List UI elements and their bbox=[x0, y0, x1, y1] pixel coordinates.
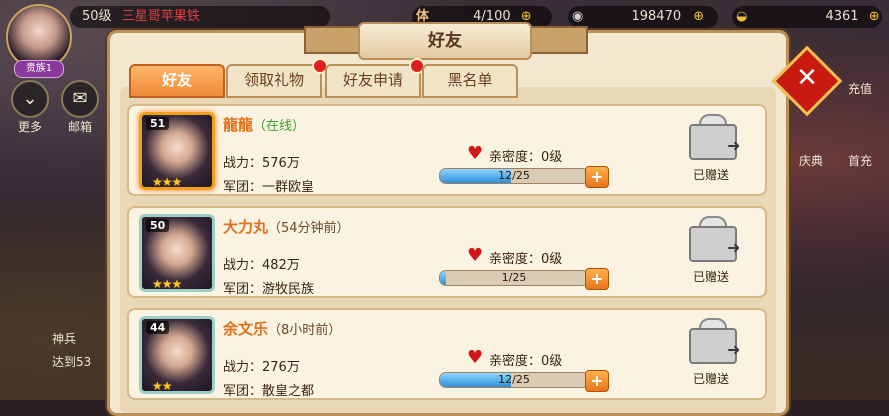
friend-guild: 军团：一群欧皇 bbox=[223, 180, 315, 195]
star-rating-icon: ★★★ bbox=[152, 175, 182, 189]
friend-name-row: 大力丸（54分钟前） bbox=[223, 216, 350, 237]
friend-level: 44 bbox=[146, 321, 170, 334]
title-ornament-right bbox=[528, 26, 588, 54]
friend-power: 战力：576万 bbox=[223, 156, 300, 171]
mail-icon: ✉ bbox=[61, 80, 99, 118]
gold-value: 4361 bbox=[825, 9, 859, 24]
first-recharge-button[interactable]: 首充 bbox=[838, 152, 882, 169]
friend-avatar[interactable]: 44 ★★ bbox=[139, 316, 215, 394]
weapon-notice[interactable]: 神兵 达到53 bbox=[4, 330, 104, 370]
intimacy-progress-bar: 12/25 bbox=[439, 372, 589, 388]
panel-title: 好友 bbox=[358, 22, 532, 60]
gift-icon[interactable]: ➜ bbox=[685, 114, 741, 160]
gold-ingot-icon: ◒ bbox=[736, 9, 748, 24]
friend-power: 战力：276万 bbox=[223, 360, 300, 375]
weapon-notice-line1: 神兵 bbox=[52, 332, 77, 346]
friend-name: 大力丸 bbox=[223, 218, 269, 236]
tab-friends[interactable]: 好友 bbox=[129, 64, 225, 98]
progress-text: 1/25 bbox=[501, 271, 527, 284]
friend-intimacy: 亲密度：0级 bbox=[489, 354, 563, 369]
tab-blacklist[interactable]: 黑名单 bbox=[422, 64, 518, 98]
heart-icon: ♥ bbox=[467, 347, 484, 368]
heart-icon: ♥ bbox=[467, 245, 484, 266]
recharge-button[interactable]: 充值 bbox=[838, 80, 882, 97]
friend-level: 51 bbox=[146, 117, 170, 130]
title-ornament-left bbox=[304, 26, 364, 54]
weapon-notice-line2: 达到53 bbox=[52, 355, 92, 369]
silver-add-icon[interactable]: ⊕ bbox=[693, 9, 704, 24]
more-button[interactable]: ⌄ 更多 bbox=[8, 80, 52, 135]
chevron-down-icon: ⌄ bbox=[11, 80, 49, 118]
heart-icon: ♥ bbox=[467, 143, 484, 164]
first-recharge-label: 首充 bbox=[847, 154, 872, 168]
friend-guild: 军团：游牧民族 bbox=[223, 282, 315, 297]
add-intimacy-button[interactable]: + bbox=[585, 370, 609, 392]
gift-sent-label: 已赠送 bbox=[693, 168, 730, 182]
send-arrow-icon: ➜ bbox=[727, 136, 741, 155]
friend-guild: 军团：散皇之都 bbox=[223, 384, 315, 399]
friend-status: （在线） bbox=[253, 119, 306, 134]
friend-status: （54分钟前） bbox=[268, 221, 350, 236]
player-name: 三星哥苹果铁 bbox=[121, 9, 200, 24]
progress-text: 12/25 bbox=[498, 169, 530, 182]
friend-name: 龍龍 bbox=[223, 116, 254, 134]
intimacy-progress-bar: 12/25 bbox=[439, 168, 589, 184]
friend-card[interactable]: 51 ★★★ 龍龍（在线） 战力：576万 军团：一群欧皇 ♥ 亲密度：0级 1… bbox=[127, 104, 767, 196]
friend-intimacy: 亲密度：0级 bbox=[489, 150, 563, 165]
star-rating-icon: ★★ bbox=[152, 379, 172, 393]
tab-friend-requests[interactable]: 好友申请 bbox=[325, 64, 421, 98]
recharge-label: 充值 bbox=[847, 82, 872, 96]
friend-name-row: 龍龍（在线） bbox=[223, 114, 305, 135]
gold-add-icon[interactable]: ⊕ bbox=[869, 9, 880, 24]
gift-sent-label: 已赠送 bbox=[693, 372, 730, 386]
silver-value: 198470 bbox=[631, 9, 682, 24]
send-arrow-icon: ➜ bbox=[727, 238, 741, 257]
silver-bar: ◉ 198470 ⊕ bbox=[568, 6, 718, 28]
friend-name: 余文乐 bbox=[223, 320, 269, 338]
gold-bar: ◒ 4361 ⊕ bbox=[732, 6, 882, 28]
add-intimacy-button[interactable]: + bbox=[585, 268, 609, 290]
friend-power: 战力：482万 bbox=[223, 258, 300, 273]
friend-level: 50 bbox=[146, 219, 170, 232]
gift-icon[interactable]: ➜ bbox=[685, 216, 741, 262]
friend-name-row: 余文乐（8小时前） bbox=[223, 318, 341, 339]
friend-card[interactable]: 50 ★★★ 大力丸（54分钟前） 战力：482万 军团：游牧民族 ♥ 亲密度：… bbox=[127, 206, 767, 298]
tab-claim-gifts[interactable]: 领取礼物 bbox=[226, 64, 322, 98]
mailbox-button[interactable]: ✉ 邮箱 bbox=[58, 80, 102, 135]
friend-intimacy: 亲密度：0级 bbox=[489, 252, 563, 267]
star-rating-icon: ★★★ bbox=[152, 277, 182, 291]
gift-icon[interactable]: ➜ bbox=[685, 318, 741, 364]
friend-avatar[interactable]: 51 ★★★ bbox=[139, 112, 215, 190]
friend-card[interactable]: 44 ★★ 余文乐（8小时前） 战力：276万 军团：散皇之都 ♥ 亲密度：0级… bbox=[127, 308, 767, 400]
festival-label: 庆典 bbox=[798, 154, 823, 168]
close-icon[interactable]: ✕ bbox=[782, 56, 832, 100]
add-intimacy-button[interactable]: + bbox=[585, 166, 609, 188]
friend-status: （8小时前） bbox=[268, 323, 342, 338]
more-label: 更多 bbox=[17, 120, 42, 134]
player-level: 50级 bbox=[82, 9, 112, 24]
progress-text: 12/25 bbox=[498, 373, 530, 386]
silver-icon: ◉ bbox=[572, 9, 584, 24]
intimacy-progress-bar: 1/25 bbox=[439, 270, 589, 286]
send-arrow-icon: ➜ bbox=[727, 340, 741, 359]
friend-avatar[interactable]: 50 ★★★ bbox=[139, 214, 215, 292]
player-info-bar: 50级 三星哥苹果铁 bbox=[70, 6, 330, 28]
vip-badge: 贵族1 bbox=[14, 60, 64, 78]
mailbox-label: 邮箱 bbox=[67, 120, 92, 134]
festival-button[interactable]: 庆典 bbox=[786, 152, 836, 169]
gift-sent-label: 已赠送 bbox=[693, 270, 730, 284]
